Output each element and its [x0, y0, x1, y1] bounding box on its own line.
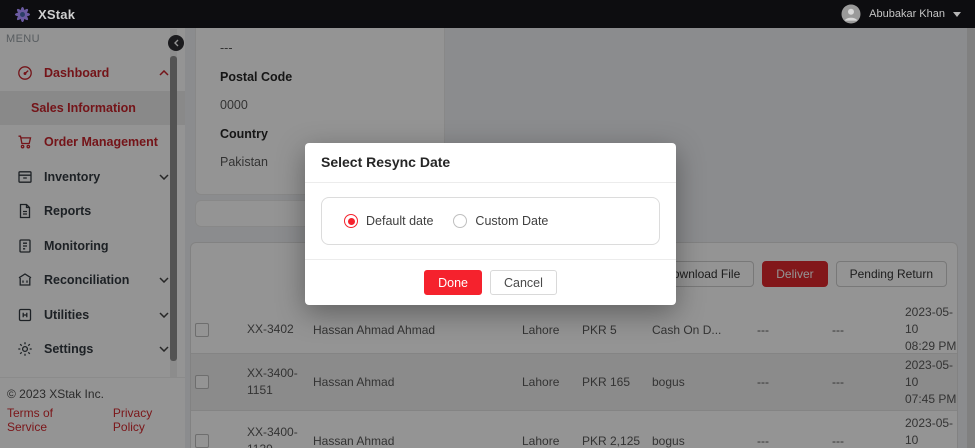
chevron-down-icon	[953, 12, 961, 17]
resync-date-modal: Select Resync Date Default date Custom D…	[305, 143, 676, 305]
xstak-logo-icon	[14, 6, 31, 23]
radio-selected-icon[interactable]	[344, 214, 358, 228]
default-date-option[interactable]: Default date	[344, 214, 433, 228]
app-root: XStak Abubakar Khan MENU Dashboard	[0, 0, 975, 448]
resync-date-options: Default date Custom Date	[321, 197, 660, 245]
cancel-button[interactable]: Cancel	[490, 270, 557, 295]
top-bar: XStak Abubakar Khan	[0, 0, 975, 28]
custom-date-label: Custom Date	[475, 214, 548, 228]
modal-body: Default date Custom Date	[305, 183, 676, 259]
brand-name: XStak	[38, 7, 75, 22]
custom-date-option[interactable]: Custom Date	[453, 214, 548, 228]
radio-unselected-icon[interactable]	[453, 214, 467, 228]
modal-title: Select Resync Date	[321, 154, 450, 170]
default-date-label: Default date	[366, 214, 433, 228]
modal-header: Select Resync Date	[305, 143, 676, 183]
user-menu[interactable]: Abubakar Khan	[841, 4, 961, 24]
done-button[interactable]: Done	[424, 270, 482, 295]
modal-footer: Done Cancel	[305, 259, 676, 305]
avatar	[841, 4, 861, 24]
brand: XStak	[14, 6, 75, 23]
user-name: Abubakar Khan	[869, 8, 945, 20]
